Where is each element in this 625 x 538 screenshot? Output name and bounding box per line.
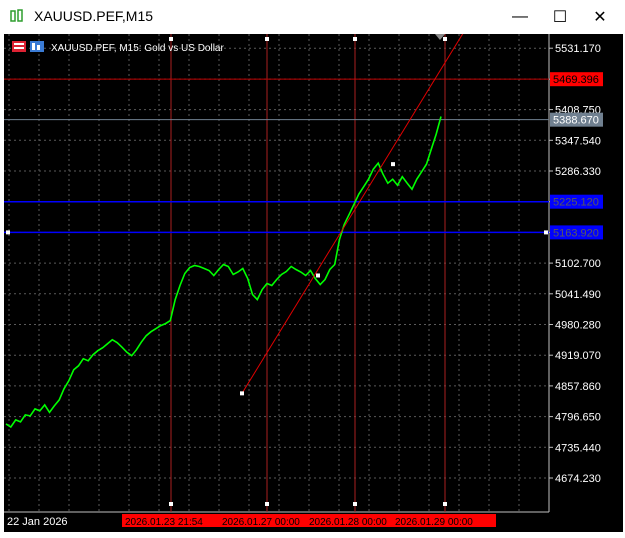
trade-panel-icon[interactable] (12, 41, 26, 52)
price-tick-label: 4796.650 (555, 412, 601, 424)
indicator-icon[interactable] (30, 41, 44, 52)
trendline[interactable] (241, 18, 473, 394)
blue-line-price-label: 5225.120 (553, 197, 599, 209)
vline-handle[interactable] (353, 502, 357, 506)
title-bar: XAUUSD.PEF,M15 — ☐ ✕ (0, 0, 625, 34)
current-price-label: 5388.670 (553, 115, 599, 127)
hline-handle[interactable] (544, 230, 548, 235)
symbol-description: XAUUSD.PEF, M15: Gold vs US Dollar (51, 43, 224, 54)
price-tick-label: 4857.860 (555, 381, 601, 393)
price-tick-label: 4735.440 (555, 442, 601, 454)
vline-handle[interactable] (353, 37, 357, 41)
window-title: XAUUSD.PEF,M15 (34, 8, 154, 24)
chart-icon (10, 9, 23, 22)
hline-handle[interactable] (6, 230, 10, 235)
trendline-handle[interactable] (391, 162, 395, 167)
vline-handle[interactable] (265, 37, 269, 41)
price-tick-label: 5041.490 (555, 289, 601, 301)
price-chart[interactable]: 5531.1705469.3965408.7505347.5405286.330… (4, 18, 623, 532)
close-icon: ✕ (593, 9, 607, 26)
minimize-button[interactable]: — (500, 0, 540, 34)
blue-line-price-label: 5163.920 (553, 227, 599, 239)
price-tick-label: 5347.540 (555, 135, 601, 147)
price-tick-label: 5286.330 (555, 166, 601, 178)
time-tick-label: 2026.01.27 00:00 (222, 517, 300, 528)
close-button[interactable]: ✕ (580, 0, 620, 34)
maximize-button[interactable]: ☐ (540, 0, 580, 34)
price-tick-label: 5102.700 (555, 258, 601, 270)
trendline-handle[interactable] (240, 391, 244, 396)
terminal-window: XAUUSD.PEF,M15 — ☐ ✕ 5531.1705469.396540… (0, 0, 625, 538)
vline-handle[interactable] (169, 37, 173, 41)
maximize-icon: ☐ (552, 9, 568, 26)
vline-handle[interactable] (265, 502, 269, 506)
time-tick-label: 2026.01.28 00:00 (309, 517, 387, 528)
red-line-price-label: 5469.396 (553, 74, 599, 86)
time-tick-label: 22 Jan 2026 (7, 516, 68, 528)
price-tick-label: 5531.170 (555, 43, 601, 55)
price-tick-label: 4980.280 (555, 320, 601, 332)
vline-handle[interactable] (443, 37, 447, 41)
vline-handle[interactable] (443, 502, 447, 506)
trendline-handle[interactable] (316, 273, 320, 278)
price-tick-label: 4919.070 (555, 350, 601, 362)
price-series-line (5, 116, 442, 429)
vline-handle[interactable] (169, 502, 173, 506)
price-tick-label: 4674.230 (555, 473, 601, 485)
time-tick-label: 2026.01.23 21:54 (125, 517, 203, 528)
time-tick-label: 2026.01.29 00:00 (395, 517, 473, 528)
minimize-icon: — (512, 8, 528, 25)
chart-canvas[interactable]: 5531.1705469.3965408.7505347.5405286.330… (4, 18, 623, 532)
